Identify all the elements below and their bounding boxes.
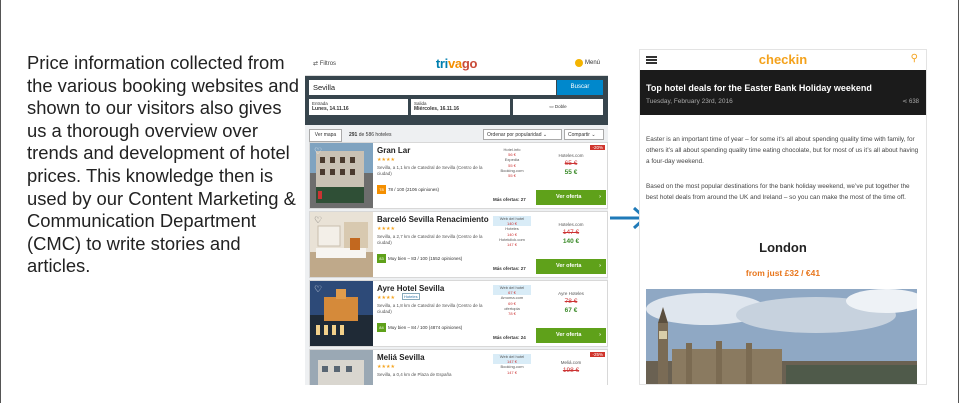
old-price: 65 € <box>564 160 578 167</box>
favorite-heart-icon[interactable]: ♡ <box>314 215 322 226</box>
article-paragraph: Based on the most popular destinations f… <box>646 183 910 201</box>
checkin-screenshot: checkin ⚲ Top hotel deals for the Easter… <box>639 49 927 385</box>
hotel-rating: 83 Muy bien – 83 / 100 (1552 opiniones) <box>377 254 462 263</box>
results-count: 291 de 586 hoteles <box>349 132 392 138</box>
more-offers-link[interactable]: Más ofertas: 27 <box>493 197 526 202</box>
best-price: 140 € <box>562 238 580 245</box>
hotel-stars: ★★★★ <box>377 364 395 370</box>
share-icon: ⋖ <box>902 99 908 105</box>
checkin-logo[interactable]: checkin <box>640 52 926 67</box>
hotel-card[interactable]: ♡ Barceló Sevilla Renacimiento ★★★★ Sevi… <box>309 211 608 278</box>
hotel-location: Sevilla, a 1,8 km de Catedral de Sevilla… <box>377 303 483 314</box>
old-price: 198 € <box>562 367 580 374</box>
hotel-name[interactable]: Barceló Sevilla Renacimiento <box>377 215 489 224</box>
search-icon[interactable]: ⚲ <box>911 53 918 64</box>
main-provider: Ayre Hoteles <box>558 291 584 296</box>
article-hero: Top hotel deals for the Easter Bank Holi… <box>640 70 926 115</box>
room-type-field[interactable]: ▭ Doble <box>513 99 603 115</box>
search-button[interactable]: Buscar <box>557 80 603 95</box>
hotel-rating: 84 Muy bien – 84 / 100 (4874 opiniones) <box>377 323 462 332</box>
trivago-logo[interactable]: trivago <box>305 56 608 71</box>
destination-input[interactable]: Sevilla <box>309 80 556 95</box>
more-offers-link[interactable]: Más ofertas: 24 <box>493 335 526 340</box>
favorite-heart-icon[interactable]: ♡ <box>314 146 322 157</box>
rating-score: 84 <box>377 323 386 332</box>
discount-badge: -20% <box>590 145 605 150</box>
hotel-location: Sevilla, a 0,4 km de Plaza de España <box>377 372 452 377</box>
hotel-card[interactable]: ♡ Gran Lar ★★★★ Sevilla, a 1,1 km de Cat… <box>309 142 608 209</box>
article-date: Tuesday, February 23rd, 2016 <box>646 98 733 105</box>
main-provider: Meliá.com <box>560 360 582 365</box>
hotel-chain-badge: Hoteles <box>402 293 420 300</box>
more-offers-link[interactable]: Más ofertas: 27 <box>493 266 526 271</box>
chevron-right-icon: › <box>599 332 601 338</box>
search-panel: Sevilla Buscar Entrada Lunes, 14.11.16 Sa… <box>305 76 608 125</box>
compare-select[interactable]: Compartir ⌄ <box>564 129 604 140</box>
hotel-card[interactable]: Meliá Sevilla ★★★★ Sevilla, a 0,4 km de … <box>309 349 608 385</box>
favorite-heart-icon[interactable]: ♡ <box>314 284 322 295</box>
view-offer-button[interactable]: Ver oferta › <box>536 190 606 205</box>
chevron-right-icon: › <box>599 194 601 200</box>
trivago-screenshot: ⇄ Filtros trivago Menú Sevilla Buscar En… <box>305 53 608 385</box>
best-price: 67 € <box>564 307 578 314</box>
hotel-name[interactable]: Gran Lar <box>377 146 410 155</box>
chevron-down-icon: ⌄ <box>591 132 596 138</box>
checkin-date-field[interactable]: Entrada Lunes, 14.11.16 <box>309 99 408 115</box>
view-offer-button[interactable]: Ver oferta › <box>536 259 606 274</box>
trivago-header: ⇄ Filtros trivago Menú <box>305 53 608 76</box>
price-comparison: Web del hotel 147 € Booking.com 147 € <box>493 354 531 375</box>
checkout-date-field[interactable]: Salida Miércoles, 16.11.16 <box>411 99 510 115</box>
sort-select[interactable]: Ordenar por popularidad ⌄ <box>483 129 562 140</box>
city-heading: London <box>759 240 807 255</box>
article-title: Top hotel deals for the Easter Bank Holi… <box>646 83 872 93</box>
rating-score: 78 <box>377 185 386 194</box>
rating-score: 83 <box>377 254 386 263</box>
price-comparison: Web del hotel 140 € Hoteles 140 € Hotelcli… <box>493 216 531 247</box>
best-price: 55 € <box>564 169 578 176</box>
menu-button[interactable]: Menú <box>574 59 600 67</box>
hotel-stars: ★★★★ <box>377 226 395 232</box>
discount-badge: -25% <box>590 352 605 357</box>
hotel-name[interactable]: Ayre Hotel Sevilla <box>377 284 444 293</box>
hotel-location: Sevilla, a 1,1 km de Catedral de Sevilla… <box>377 165 483 176</box>
old-price: 78 € <box>564 298 578 305</box>
results-toolbar: Ver mapa 291 de 586 hoteles Ordenar por … <box>305 125 608 143</box>
price-comparison: Hotel.info 56 € Expedia 55 € Booking.com 55… <box>500 147 524 179</box>
main-provider: Hoteles.com <box>558 222 584 227</box>
hotel-stars: ★★★★ <box>377 295 395 301</box>
from-price: from just £32 / €41 <box>745 268 821 278</box>
hotel-photo <box>310 350 373 385</box>
hotel-card[interactable]: ♡ Ayre Hotel Sevilla ★★★★ Hoteles Sevill… <box>309 280 608 347</box>
price-comparison: Web del hotel 67 € Amoma.com 69 € ofertopi… <box>493 285 531 316</box>
hotel-stars: ★★★★ <box>377 157 395 163</box>
map-button[interactable]: Ver mapa <box>309 129 342 142</box>
article-paragraph: Easter is an important time of year – fo… <box>646 136 919 165</box>
slide-description: Price information collected from the var… <box>27 52 299 277</box>
checkin-header: checkin ⚲ <box>640 50 926 70</box>
chevron-right-icon: › <box>599 263 601 269</box>
hotel-name[interactable]: Meliá Sevilla <box>377 353 425 362</box>
main-provider: Hoteles.com <box>558 153 584 158</box>
london-photo <box>646 289 917 384</box>
slide-left-edge <box>0 0 1 403</box>
share-count[interactable]: ⋖ 638 <box>902 98 919 105</box>
old-price: 147 € <box>562 229 580 236</box>
chevron-down-icon: ⌄ <box>542 132 548 138</box>
view-offer-button[interactable]: Ver oferta › <box>536 328 606 343</box>
hotel-rating: 78 78 / 100 (2106 opiniones) <box>377 185 439 194</box>
hotel-location: Sevilla, a 2,7 km de Catedral de Sevilla… <box>377 234 483 245</box>
user-face-icon <box>574 59 583 67</box>
